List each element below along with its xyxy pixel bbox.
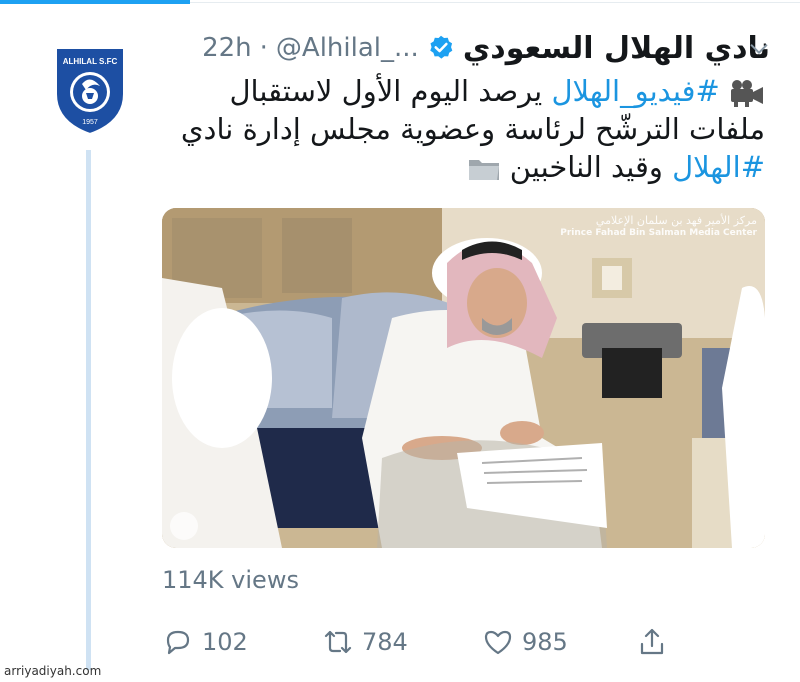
chevron-down-icon[interactable] [748,38,770,60]
tweet-line-1: #فيديو_الهلال يرصد اليوم الأول لاستقبال [175,72,765,110]
display-name[interactable]: نادي الهلال السعودي [463,31,770,66]
video-frame [162,208,765,548]
logo-text: ALHILAL S.FC [63,57,118,66]
share-icon [640,628,664,655]
share-button[interactable] [636,622,668,662]
reply-icon [166,630,190,655]
like-count: 985 [522,628,568,656]
top-accent-bar [0,0,190,4]
site-credit: arriyadiyah.com [4,664,102,678]
retweet-icon [324,630,352,654]
hashtag-alhilal[interactable]: #الهلال [672,150,765,184]
movie-camera-icon [731,80,763,107]
avatar[interactable]: ALHILAL S.FC 1957 [52,44,128,136]
logo-year: 1957 [82,119,98,126]
thread-line [86,150,91,670]
tweet-line-2: ملفات الترشّح لرئاسة وعضوية مجلس إدارة ن… [180,112,765,146]
media-watermark-en: Prince Fahad Bin Salman Media Center [560,228,757,238]
tweet-time[interactable]: 22h [202,33,252,63]
tweet-text: #فيديو_الهلال يرصد اليوم الأول لاستقبال … [175,72,765,186]
tweet-actions: 102 784 985 [162,622,682,662]
retweet-button[interactable]: 784 [322,622,408,662]
reply-button[interactable]: 102 [162,622,248,662]
like-button[interactable]: 985 [482,622,568,662]
alhilal-logo: ALHILAL S.FC 1957 [55,47,125,136]
view-count: 114K views [162,566,299,594]
tweet-video[interactable]: مركز الأمير فهد بن سلمان الإعلامي Prince… [162,208,765,548]
separator-dot: · [259,33,268,63]
user-handle[interactable]: @Alhilal_... [276,33,419,63]
retweet-count: 784 [362,628,408,656]
verified-icon [430,35,453,59]
media-watermark-ar: مركز الأمير فهد بن سلمان الإعلامي [595,214,757,227]
like-icon [484,630,512,655]
hashtag-video[interactable]: #فيديو_الهلال [551,74,719,108]
tweet-text-l3: وقيد الناخبين [509,150,673,184]
tweet-header: نادي الهلال السعودي @Alhilal_... · 22h [160,28,770,68]
folder-icon [468,160,499,180]
tweet-line-3: #الهلال وقيد الناخبين [175,148,765,186]
reply-count: 102 [202,628,248,656]
top-divider [190,2,800,3]
tweet-text-l1: يرصد اليوم الأول لاستقبال [229,74,552,108]
